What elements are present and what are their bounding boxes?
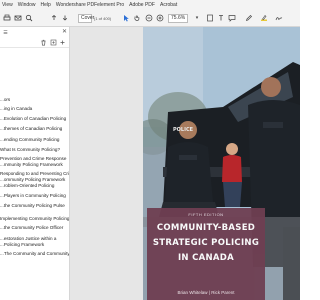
sign-icon[interactable] [275,14,283,22]
document-view[interactable]: POLICE FIFTH EDITION COMMUNITY-BASED STR… [70,27,300,300]
menu-item-pdfelement[interactable]: Wondershare PDFelement Pro [56,2,124,8]
expand-bookmarks-icon[interactable] [59,39,66,46]
download-icon[interactable] [61,14,69,22]
bookmark-item[interactable]: ...ending Community Policing [0,137,69,142]
police-badge-text: POLICE [173,127,194,133]
bookmark-item[interactable]: ...Players in Community Policing [0,193,69,198]
menu-item-acrobat[interactable]: Acrobat [160,2,177,8]
delete-icon[interactable] [40,39,47,46]
bookmark-item[interactable]: Prevention and Crime Response [0,156,69,161]
close-icon[interactable]: ✕ [61,29,68,36]
edition-label: FIFTH EDITION [188,212,224,217]
fit-page-icon[interactable] [206,14,214,22]
upload-icon[interactable] [50,14,58,22]
zoom-in-icon[interactable] [156,14,164,22]
menu-bar: View Window Help Wondershare PDFelement … [0,0,300,10]
menu-item-help[interactable]: Help [41,2,51,8]
bookmark-item[interactable]: ...ommunity Policing Framework [0,177,69,182]
bookmarks-panel: ☰ ✕ ...ors ...ing in Canada ...Evolution… [0,27,70,300]
pdf-page-cover: POLICE FIFTH EDITION COMMUNITY-BASED STR… [143,27,300,300]
bookmark-item[interactable]: ...themes of Canadian Policing [0,126,69,131]
page-number-input[interactable]: Cover [78,14,94,23]
book-title-line: STRATEGIC POLICING [152,238,260,248]
toolbar: Cover (1 of 400) 75.6% ▾ [0,10,300,27]
menu-item-view[interactable]: View [2,2,13,8]
bookmark-item[interactable]: Responding to and Preventing Crime [0,171,69,176]
bookmark-item[interactable]: ...ors [0,97,69,102]
print-icon[interactable] [3,14,11,22]
zoom-out-icon[interactable] [145,14,153,22]
bookmark-item[interactable]: ...Policing Framework [0,242,69,247]
bookmark-item[interactable]: ...mmunity Policing Framework [0,162,69,167]
search-icon[interactable] [25,14,33,22]
text-select-icon[interactable] [217,14,225,22]
bookmark-item[interactable]: ...The Community and Community [0,251,69,256]
hand-icon[interactable] [133,14,141,22]
book-title-line: IN CANADA [177,253,235,263]
bookmark-item[interactable]: ...the Community Policing Pulse [0,203,69,208]
bookmark-options-icon[interactable]: ☰ [2,30,9,37]
highlight-icon[interactable] [260,14,268,22]
zoom-level-select[interactable]: 75.6% [168,14,188,23]
comment-icon[interactable] [228,14,236,22]
bookmark-item[interactable]: ...Evolution of Canadian Policing [0,116,69,121]
book-authors: Brian Whitelaw | Rick Parent [177,290,235,295]
cover-title-box: FIFTH EDITION COMMUNITY-BASED STRATEGIC … [147,208,265,300]
chevron-down-icon[interactable]: ▾ [193,14,201,22]
book-title-line: COMMUNITY-BASED [156,223,256,233]
pen-icon[interactable] [245,14,253,22]
new-bookmark-icon[interactable] [50,39,57,46]
menu-item-adobe-pdf[interactable]: Adobe PDF [129,2,155,8]
bookmark-item[interactable]: ...estoration Justice within a [0,236,69,241]
bookmark-item[interactable]: ...roblem-Oriented Policing [0,183,69,188]
page-count: (1 of 400) [94,16,112,21]
mail-icon[interactable] [14,14,22,22]
bookmark-item[interactable]: Implementing Community Policing [0,216,69,221]
bookmark-item[interactable]: What Is Community Policing? [0,147,69,152]
bookmarks-panel-header: ☰ ✕ [0,27,69,48]
menu-item-window[interactable]: Window [18,2,36,8]
bookmark-item[interactable]: ...ing in Canada [0,106,69,111]
pointer-icon[interactable] [122,14,130,22]
bookmark-item[interactable]: ...the Community Police Officer [0,225,69,230]
